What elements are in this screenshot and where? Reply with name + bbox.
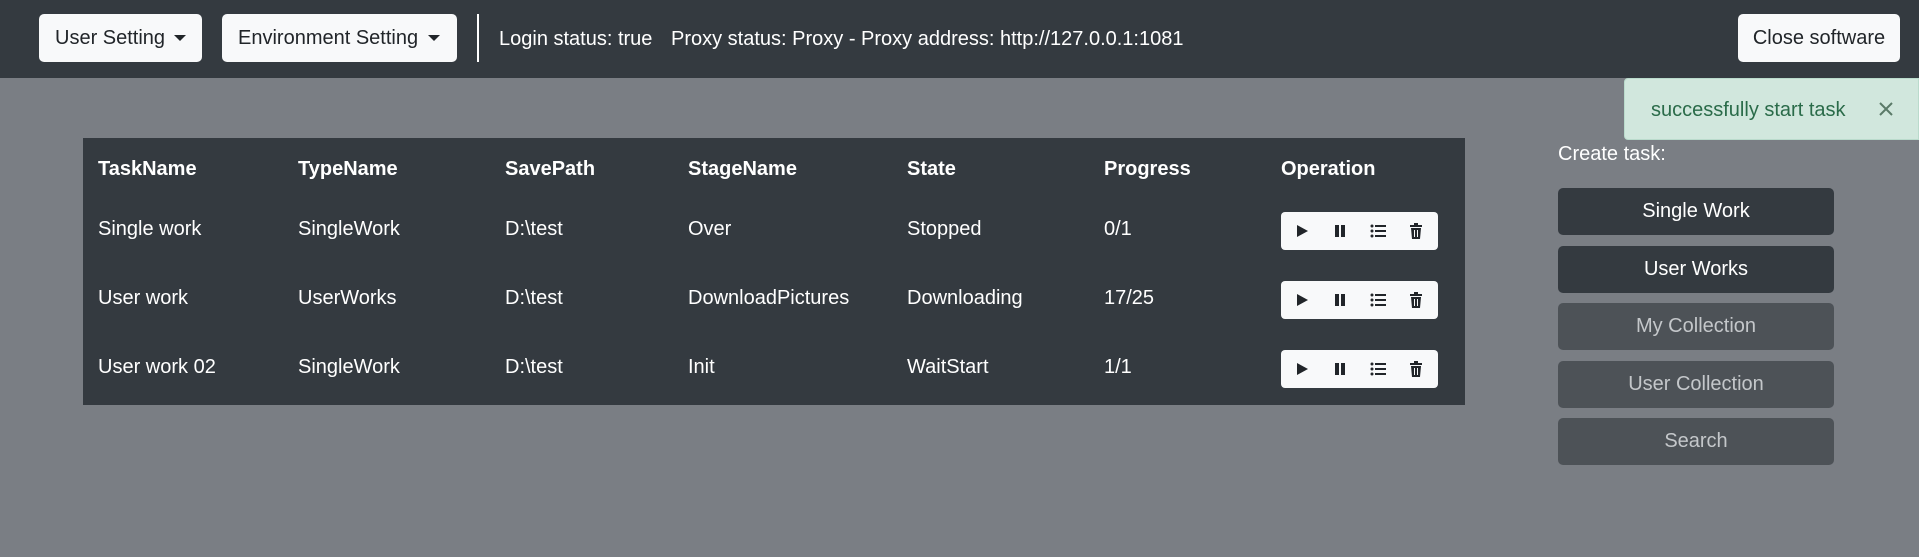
operation-button-group: [1281, 350, 1438, 388]
cell-taskname: User work 02: [98, 356, 216, 378]
trash-icon: [1410, 361, 1422, 377]
cell-progress: 17/25: [1104, 287, 1155, 309]
chevron-down-icon: [428, 35, 440, 41]
cell-progress: 0/1: [1104, 218, 1132, 240]
operation-button-group: [1281, 212, 1438, 250]
pause-icon: [1335, 363, 1345, 375]
start-button[interactable]: [1283, 281, 1321, 319]
cell-progress: 1/1: [1104, 356, 1132, 378]
trash-icon: [1410, 292, 1422, 308]
vertical-divider: [477, 14, 479, 62]
start-button[interactable]: [1283, 212, 1321, 250]
environment-setting-dropdown[interactable]: Environment Setting: [222, 14, 457, 62]
cell-savepath: D:\test: [505, 356, 563, 378]
pause-icon: [1335, 294, 1345, 306]
my-collection-button[interactable]: My Collection: [1558, 303, 1834, 350]
user-setting-dropdown[interactable]: User Setting: [39, 14, 202, 62]
chevron-down-icon: [174, 35, 186, 41]
user-works-button[interactable]: User Works: [1558, 246, 1834, 293]
pause-icon: [1335, 225, 1345, 237]
list-icon: [1370, 293, 1386, 307]
column-header-operation: Operation: [1281, 158, 1376, 180]
trash-icon: [1410, 223, 1422, 239]
toast-message: successfully start task: [1651, 99, 1846, 121]
column-header-stagename: StageName: [688, 158, 797, 180]
toast-close-button[interactable]: [1871, 94, 1901, 124]
pause-button[interactable]: [1321, 212, 1359, 250]
success-toast: successfully start task: [1624, 78, 1919, 140]
details-button[interactable]: [1359, 212, 1397, 250]
close-software-button[interactable]: Close software: [1738, 14, 1900, 62]
proxy-status: Proxy status: Proxy - Proxy address: htt…: [671, 28, 1184, 50]
cell-state: Downloading: [907, 287, 1023, 309]
cell-state: Stopped: [907, 218, 982, 240]
delete-button[interactable]: [1397, 212, 1435, 250]
create-task-label: Create task:: [1558, 143, 1666, 165]
cell-typename: UserWorks: [298, 287, 397, 309]
environment-setting-label: Environment Setting: [238, 27, 419, 49]
cell-stagename: Over: [688, 218, 732, 240]
details-button[interactable]: [1359, 350, 1397, 388]
top-bar: User Setting Environment Setting Login s…: [0, 0, 1919, 78]
details-button[interactable]: [1359, 281, 1397, 319]
delete-button[interactable]: [1397, 281, 1435, 319]
play-icon: [1297, 363, 1308, 375]
cell-savepath: D:\test: [505, 287, 563, 309]
list-icon: [1370, 362, 1386, 376]
column-header-state: State: [907, 158, 956, 180]
column-header-savepath: SavePath: [505, 158, 596, 180]
operation-button-group: [1281, 281, 1438, 319]
cell-savepath: D:\test: [505, 218, 563, 240]
cell-taskname: User work: [98, 287, 189, 309]
user-collection-button[interactable]: User Collection: [1558, 361, 1834, 408]
cell-typename: SingleWork: [298, 218, 400, 240]
play-icon: [1297, 294, 1308, 306]
cell-stagename: DownloadPictures: [688, 287, 850, 309]
close-icon: [1879, 102, 1893, 116]
cell-stagename: Init: [688, 356, 715, 378]
play-icon: [1297, 225, 1308, 237]
delete-button[interactable]: [1397, 350, 1435, 388]
single-work-button[interactable]: Single Work: [1558, 188, 1834, 235]
cell-state: WaitStart: [907, 356, 989, 378]
cell-typename: SingleWork: [298, 356, 400, 378]
column-header-progress: Progress: [1104, 158, 1191, 180]
start-button[interactable]: [1283, 350, 1321, 388]
pause-button[interactable]: [1321, 350, 1359, 388]
login-status: Login status: true: [499, 28, 653, 50]
task-table: TaskName TypeName SavePath StageName Sta…: [83, 138, 1465, 405]
column-header-typename: TypeName: [298, 158, 398, 180]
user-setting-label: User Setting: [55, 27, 166, 49]
cell-taskname: Single work: [98, 218, 202, 240]
pause-button[interactable]: [1321, 281, 1359, 319]
list-icon: [1370, 224, 1386, 238]
column-header-taskname: TaskName: [98, 158, 197, 180]
search-button[interactable]: Search: [1558, 418, 1834, 465]
